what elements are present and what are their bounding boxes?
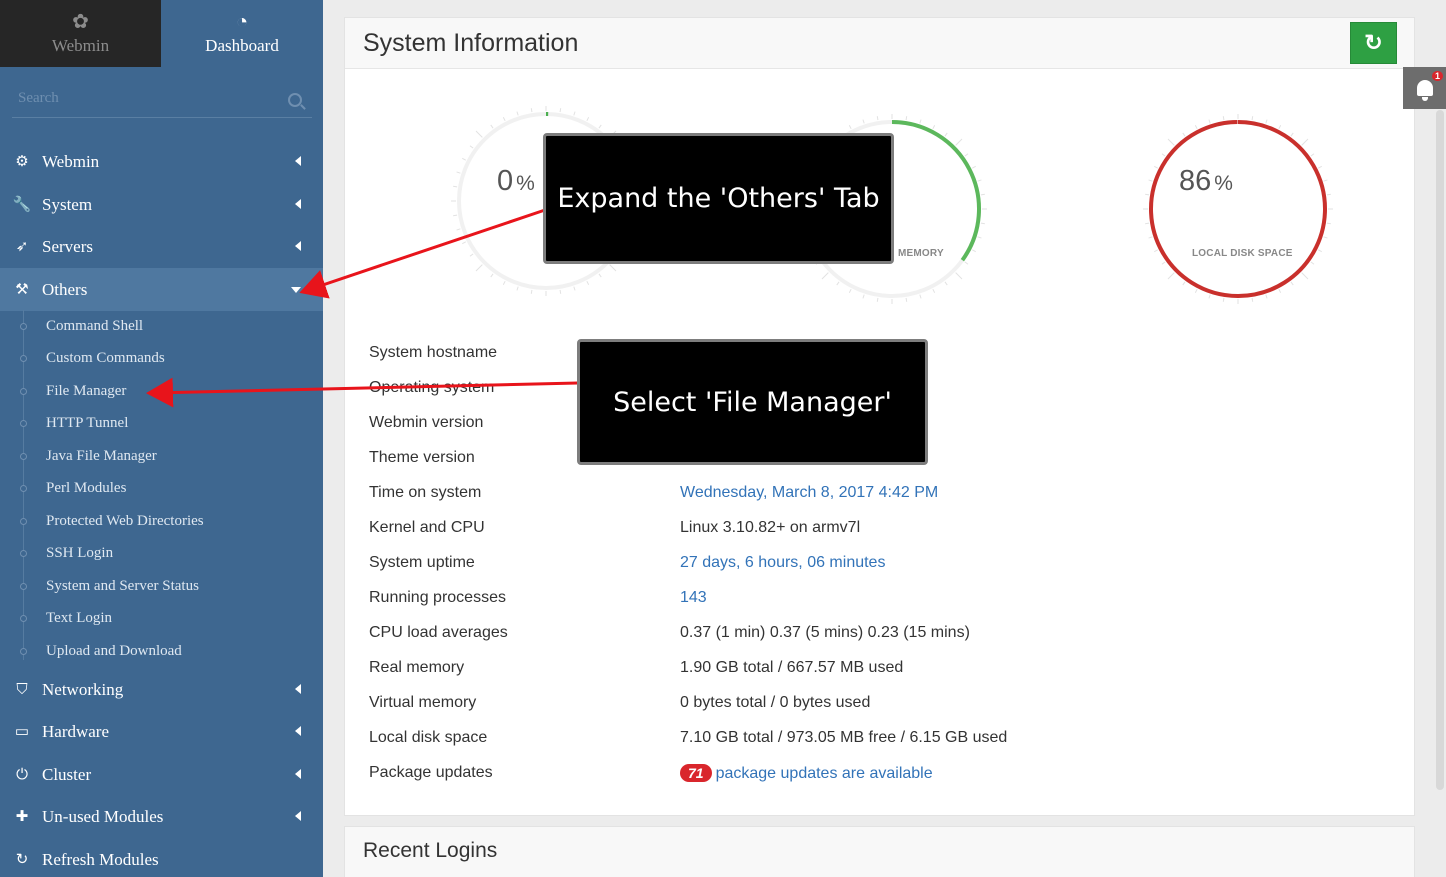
callout-select-file-manager: Select 'File Manager' bbox=[577, 339, 928, 465]
callout-text: Select 'File Manager' bbox=[613, 386, 892, 418]
callout-text: Expand the 'Others' Tab bbox=[557, 183, 880, 214]
arrow-to-others bbox=[299, 208, 546, 299]
arrow-to-file-manager bbox=[146, 377, 579, 408]
callout-expand-others: Expand the 'Others' Tab bbox=[543, 133, 894, 264]
